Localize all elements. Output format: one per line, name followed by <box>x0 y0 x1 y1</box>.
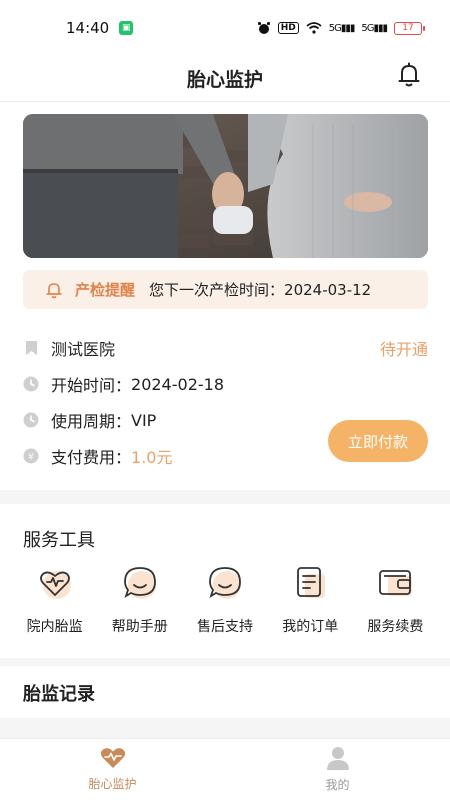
bell-icon <box>46 282 62 298</box>
fee-value: 1.0元 <box>131 448 173 467</box>
document-icon <box>297 567 326 598</box>
pending-status: 待开通 <box>379 340 428 359</box>
chat-bubble-icon <box>123 567 156 599</box>
nav-bar: 胎心监护 <box>0 56 450 102</box>
person-icon <box>326 747 349 770</box>
tool-my-orders[interactable]: 我的订单 <box>268 564 353 636</box>
page-title: 胎心监护 <box>186 69 263 91</box>
wifi-icon <box>306 22 322 34</box>
start-time-label: 开始时间： <box>51 376 132 395</box>
bottom-tab-bar: 胎心监护 我的 <box>0 738 450 800</box>
tool-label: 服务续费 <box>367 619 424 635</box>
heart-monitor-icon <box>100 748 125 768</box>
heart-monitor-icon <box>39 571 71 599</box>
start-time-value: 2024-02-18 <box>131 374 224 394</box>
tool-renewal[interactable]: 服务续费 <box>353 564 438 636</box>
reminder-date: 2024-03-12 <box>284 280 372 299</box>
service-tools-card: 服务工具 院内胎监 帮助手册 售后支持 我的订单 服务续费 <box>0 504 450 658</box>
status-right: HD 5G▮▮▮ 5G▮▮▮ 17 <box>257 21 425 35</box>
chat-bubble-icon <box>209 567 241 599</box>
reminder-text: 您下一次产检时间： <box>149 281 285 299</box>
tab-mine[interactable]: 我的 <box>225 739 450 800</box>
period-label: 使用周期： <box>51 412 132 431</box>
clock-icon <box>23 376 39 392</box>
svg-text:¥: ¥ <box>28 453 34 463</box>
tab-fetal-monitor[interactable]: 胎心监护 <box>0 739 225 800</box>
signal-5g-a: 5G▮▮▮ <box>328 22 356 34</box>
tool-label: 帮助手册 <box>111 619 168 635</box>
exam-reminder-banner[interactable]: 产检提醒 您下一次产检时间： 2024-03-12 <box>23 270 428 309</box>
service-tools-list: 院内胎监 帮助手册 售后支持 我的订单 服务续费 <box>12 564 438 636</box>
banner-image[interactable] <box>23 114 428 258</box>
wallet-icon <box>379 570 413 596</box>
hospital-name: 测试医院 <box>51 340 116 359</box>
bookmark-icon <box>23 340 39 356</box>
status-bar: 14:40 ▣ HD 5G▮▮▮ 5G▮▮▮ 17 <box>0 0 450 56</box>
records-title: 胎监记录 <box>23 684 95 705</box>
hd-badge: HD <box>277 22 299 34</box>
notification-bell-button[interactable] <box>394 60 424 90</box>
notification-app-icon: ▣ <box>119 21 134 35</box>
tool-help-manual[interactable]: 帮助手册 <box>97 564 182 636</box>
tool-hospital-monitor[interactable]: 院内胎监 <box>12 564 97 636</box>
tool-after-sales[interactable]: 售后支持 <box>182 564 267 636</box>
signal-5g-b: 5G▮▮▮ <box>361 22 388 34</box>
tool-label: 售后支持 <box>197 619 253 635</box>
battery-icon: 17 <box>394 21 425 35</box>
alarm-icon <box>257 22 270 34</box>
status-time: 14:40 <box>66 19 110 37</box>
couple-photo <box>23 114 428 258</box>
service-tools-title: 服务工具 <box>23 530 95 551</box>
yen-icon: ¥ <box>23 448 39 464</box>
tab-label: 我的 <box>325 778 350 792</box>
hospital-row: 测试医院 <box>23 336 115 360</box>
main-card: 产检提醒 您下一次产检时间： 2024-03-12 测试医院 待开通 开始时间：… <box>0 102 450 490</box>
fee-row: ¥ 支付费用： 1.0元 <box>23 444 172 468</box>
reminder-label: 产检提醒 <box>75 281 136 299</box>
status-left: 14:40 ▣ <box>66 19 134 37</box>
start-time-row: 开始时间： 2024-02-18 <box>23 372 224 396</box>
tool-label: 我的订单 <box>282 619 339 635</box>
fee-label: 支付费用： <box>51 448 132 467</box>
pay-now-button[interactable]: 立即付款 <box>328 420 428 462</box>
period-value: VIP <box>131 410 157 430</box>
records-card[interactable]: 胎监记录 <box>0 666 450 718</box>
clock-icon <box>23 412 39 428</box>
tab-label: 胎心监护 <box>88 777 137 791</box>
period-row: 使用周期： VIP <box>23 408 156 432</box>
bell-icon <box>398 62 420 87</box>
tool-label: 院内胎监 <box>26 619 83 635</box>
